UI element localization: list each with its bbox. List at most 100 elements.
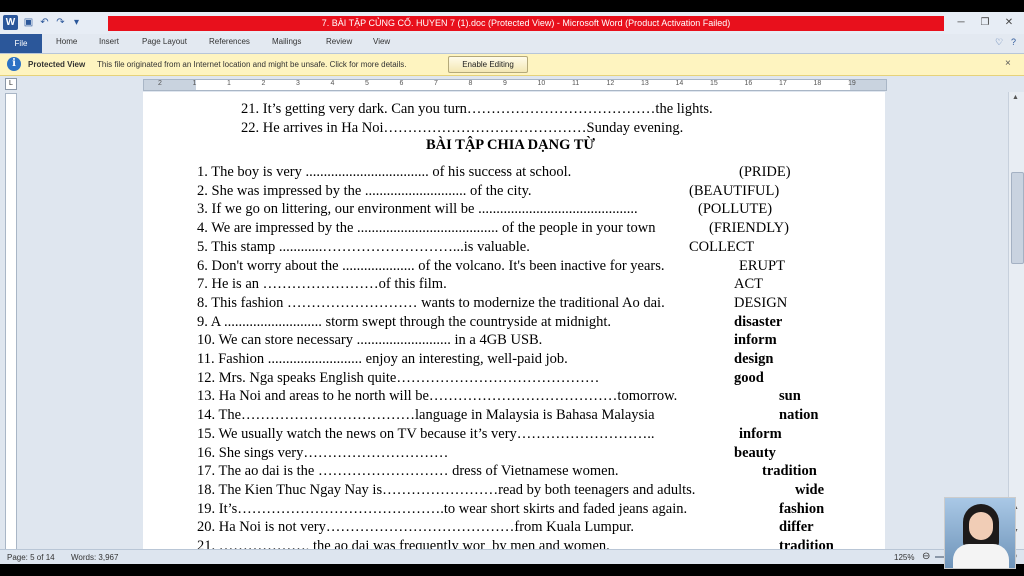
exercise-root-word: ACT (734, 276, 763, 293)
close-bar-icon[interactable]: × (1005, 58, 1011, 69)
restore-icon[interactable]: ❐ (975, 15, 995, 30)
exercise-root-word: tradition (779, 538, 834, 549)
webcam-overlay (944, 497, 1016, 569)
exercise-root-word: DESIGN (734, 294, 788, 311)
exercise-root-word: (PRIDE) (739, 164, 791, 180)
exercise-sentence: 16. She sings very………………………… (197, 444, 449, 461)
exercise-sentence: 10. We can store necessary .............… (197, 332, 543, 349)
tab-mailings[interactable]: Mailings (272, 37, 301, 46)
window-title: 7. BÀI TẬP CỦNG CỐ. HUYEN 7 (1).doc (Pro… (108, 16, 944, 31)
ruler-number: 11 (572, 80, 580, 87)
ribbon-tabs: File Home Insert Page Layout References … (0, 34, 1024, 54)
status-bar: Page: 5 of 14 Words: 3,967 125% ⊖ ⊕ (0, 549, 1024, 564)
exercise-root-word: (FRIENDLY) (709, 220, 789, 237)
ruler-number: 19 (848, 80, 856, 87)
minimize-icon[interactable]: ─ (951, 15, 971, 30)
exercise-sentence: 3. If we go on littering, our environmen… (197, 201, 638, 218)
ruler-number: 1 (192, 80, 197, 87)
exercise-root-word: (POLLUTE) (698, 201, 773, 218)
exercise-heading: BÀI TẬP CHIA DẠNG TỪ (426, 137, 595, 153)
ruler-number: 18 (813, 80, 822, 87)
exercise-sentence: 8. This fashion ……………………… wants to moder… (197, 294, 665, 311)
ruler-number: 2 (158, 80, 162, 87)
ruler-number: 10 (537, 80, 546, 87)
tab-view[interactable]: View (373, 37, 390, 46)
exercise-sentence: 6. Don't worry about the ...............… (197, 257, 665, 274)
exercise-sentence: 15. We usually watch the news on TV beca… (197, 425, 655, 442)
ruler-number: 2 (261, 80, 266, 87)
exercise-root-word: inform (734, 332, 777, 349)
undo-icon[interactable]: ↶ (38, 16, 51, 29)
scroll-up-icon[interactable]: ▲ (1012, 94, 1019, 101)
presenter-face (969, 512, 993, 540)
exercise-root-word: differ (779, 519, 814, 536)
protected-view-bar: i Protected View This file originated fr… (0, 54, 1024, 76)
tab-file[interactable]: File (0, 34, 42, 53)
tab-insert[interactable]: Insert (99, 37, 119, 46)
exercise-root-word: ERUPT (739, 257, 785, 274)
word-app-icon[interactable]: W (3, 15, 18, 30)
ruler-number: 7 (434, 80, 438, 87)
exercise-sentence: 21. ………………, the ao dai was frequently wo… (197, 538, 610, 549)
tab-page-layout[interactable]: Page Layout (142, 37, 187, 46)
exercise-sentence: 9. A ........................... storm s… (197, 313, 612, 330)
exercise-root-word: nation (779, 407, 819, 424)
save-icon[interactable]: ▣ (22, 16, 35, 29)
ruler-number: 15 (710, 80, 718, 87)
exercise-sentence: 12. Mrs. Nga speaks English quite…………………… (197, 369, 600, 386)
ruler-number: 5 (365, 80, 369, 87)
ruler-number: 12 (606, 80, 615, 87)
zoom-out-icon[interactable]: ⊖ (922, 551, 930, 562)
title-bar: W ▣ ↶ ↷ ▾ 7. BÀI TẬP CỦNG CỐ. HUYEN 7 (1… (0, 12, 1024, 35)
document-page[interactable]: 21. It’s getting very dark. Can you turn… (143, 92, 885, 549)
ruler-number: 6 (399, 80, 404, 87)
exercise-sentence: 17. The ao dai is the ……………………… dress of… (197, 463, 619, 480)
exercise-sentence: 1. The boy is very .....................… (197, 164, 572, 180)
exercise-root-word: good (734, 369, 764, 386)
protected-view-title: Protected View (28, 60, 86, 69)
info-icon: i (7, 57, 21, 71)
scroll-thumb[interactable] (1011, 172, 1024, 264)
exercise-sentence: 13. Ha Noi and areas to he north will be… (197, 388, 678, 405)
customize-toolbar-icon[interactable]: ▾ (70, 16, 83, 29)
exercise-root-word: disaster (734, 313, 783, 330)
help-icon[interactable]: ? (1011, 37, 1016, 47)
ruler-number: 13 (641, 80, 649, 87)
word-count[interactable]: Words: 3,967 (71, 553, 118, 562)
tab-selector[interactable]: L (5, 78, 17, 90)
ruler-number: 8 (468, 80, 473, 87)
protected-view-message[interactable]: This file originated from an Internet lo… (97, 60, 407, 69)
ruler-number: 1 (227, 80, 231, 87)
exercise-root-word: inform (739, 425, 782, 442)
tab-review[interactable]: Review (326, 37, 352, 46)
exercise-root-word: (BEAUTIFUL) (689, 182, 780, 199)
vertical-scrollbar[interactable]: ▲ ▲ ● ▼ (1008, 92, 1024, 549)
ribbon-expand-icon[interactable]: ♡ (995, 37, 1003, 48)
ruler-number: 17 (779, 80, 787, 87)
doc-line-21: 21. It’s getting very dark. Can you turn… (241, 101, 713, 117)
word-window: W ▣ ↶ ↷ ▾ 7. BÀI TẬP CỦNG CỐ. HUYEN 7 (1… (0, 12, 1024, 564)
quick-access-toolbar: ▣ ↶ ↷ ▾ (22, 16, 83, 29)
exercise-root-word: sun (779, 388, 801, 405)
exercise-root-word: COLLECT (689, 238, 755, 255)
exercise-sentence: 14. The………………………………language in Malaysia … (197, 407, 655, 424)
exercise-root-word: beauty (734, 444, 776, 461)
vertical-ruler[interactable] (5, 93, 17, 550)
doc-line-22: 22. He arrives in Ha Noi……………………………………Su… (241, 120, 684, 136)
tab-home[interactable]: Home (56, 37, 77, 46)
exercise-root-word: tradition (762, 463, 817, 480)
page-indicator[interactable]: Page: 5 of 14 (7, 553, 55, 562)
tab-references[interactable]: References (209, 37, 250, 46)
horizontal-ruler[interactable]: 2 1 1 2 3 4 5 6 7 8 9 10 11 12 13 14 15 16 17 18 19 (143, 79, 887, 91)
ruler-number: 16 (744, 80, 753, 87)
exercise-sentence: 20. Ha Noi is not very…………………………………from … (197, 519, 634, 536)
exercise-sentence: 19. It’s…………………………………….to wear short ski… (197, 500, 688, 517)
exercise-root-word: design (734, 351, 774, 367)
ruler-number: 9 (503, 80, 507, 87)
zoom-level[interactable]: 125% (894, 553, 914, 562)
exercise-sentence: 2. She was impressed by the ............… (197, 182, 532, 199)
redo-icon[interactable]: ↷ (54, 16, 67, 29)
close-window-icon[interactable]: ✕ (999, 15, 1019, 30)
exercise-sentence: 18. The Kien Thuc Ngay Nay is……………………rea… (197, 481, 696, 498)
enable-editing-button[interactable]: Enable Editing (448, 56, 528, 73)
